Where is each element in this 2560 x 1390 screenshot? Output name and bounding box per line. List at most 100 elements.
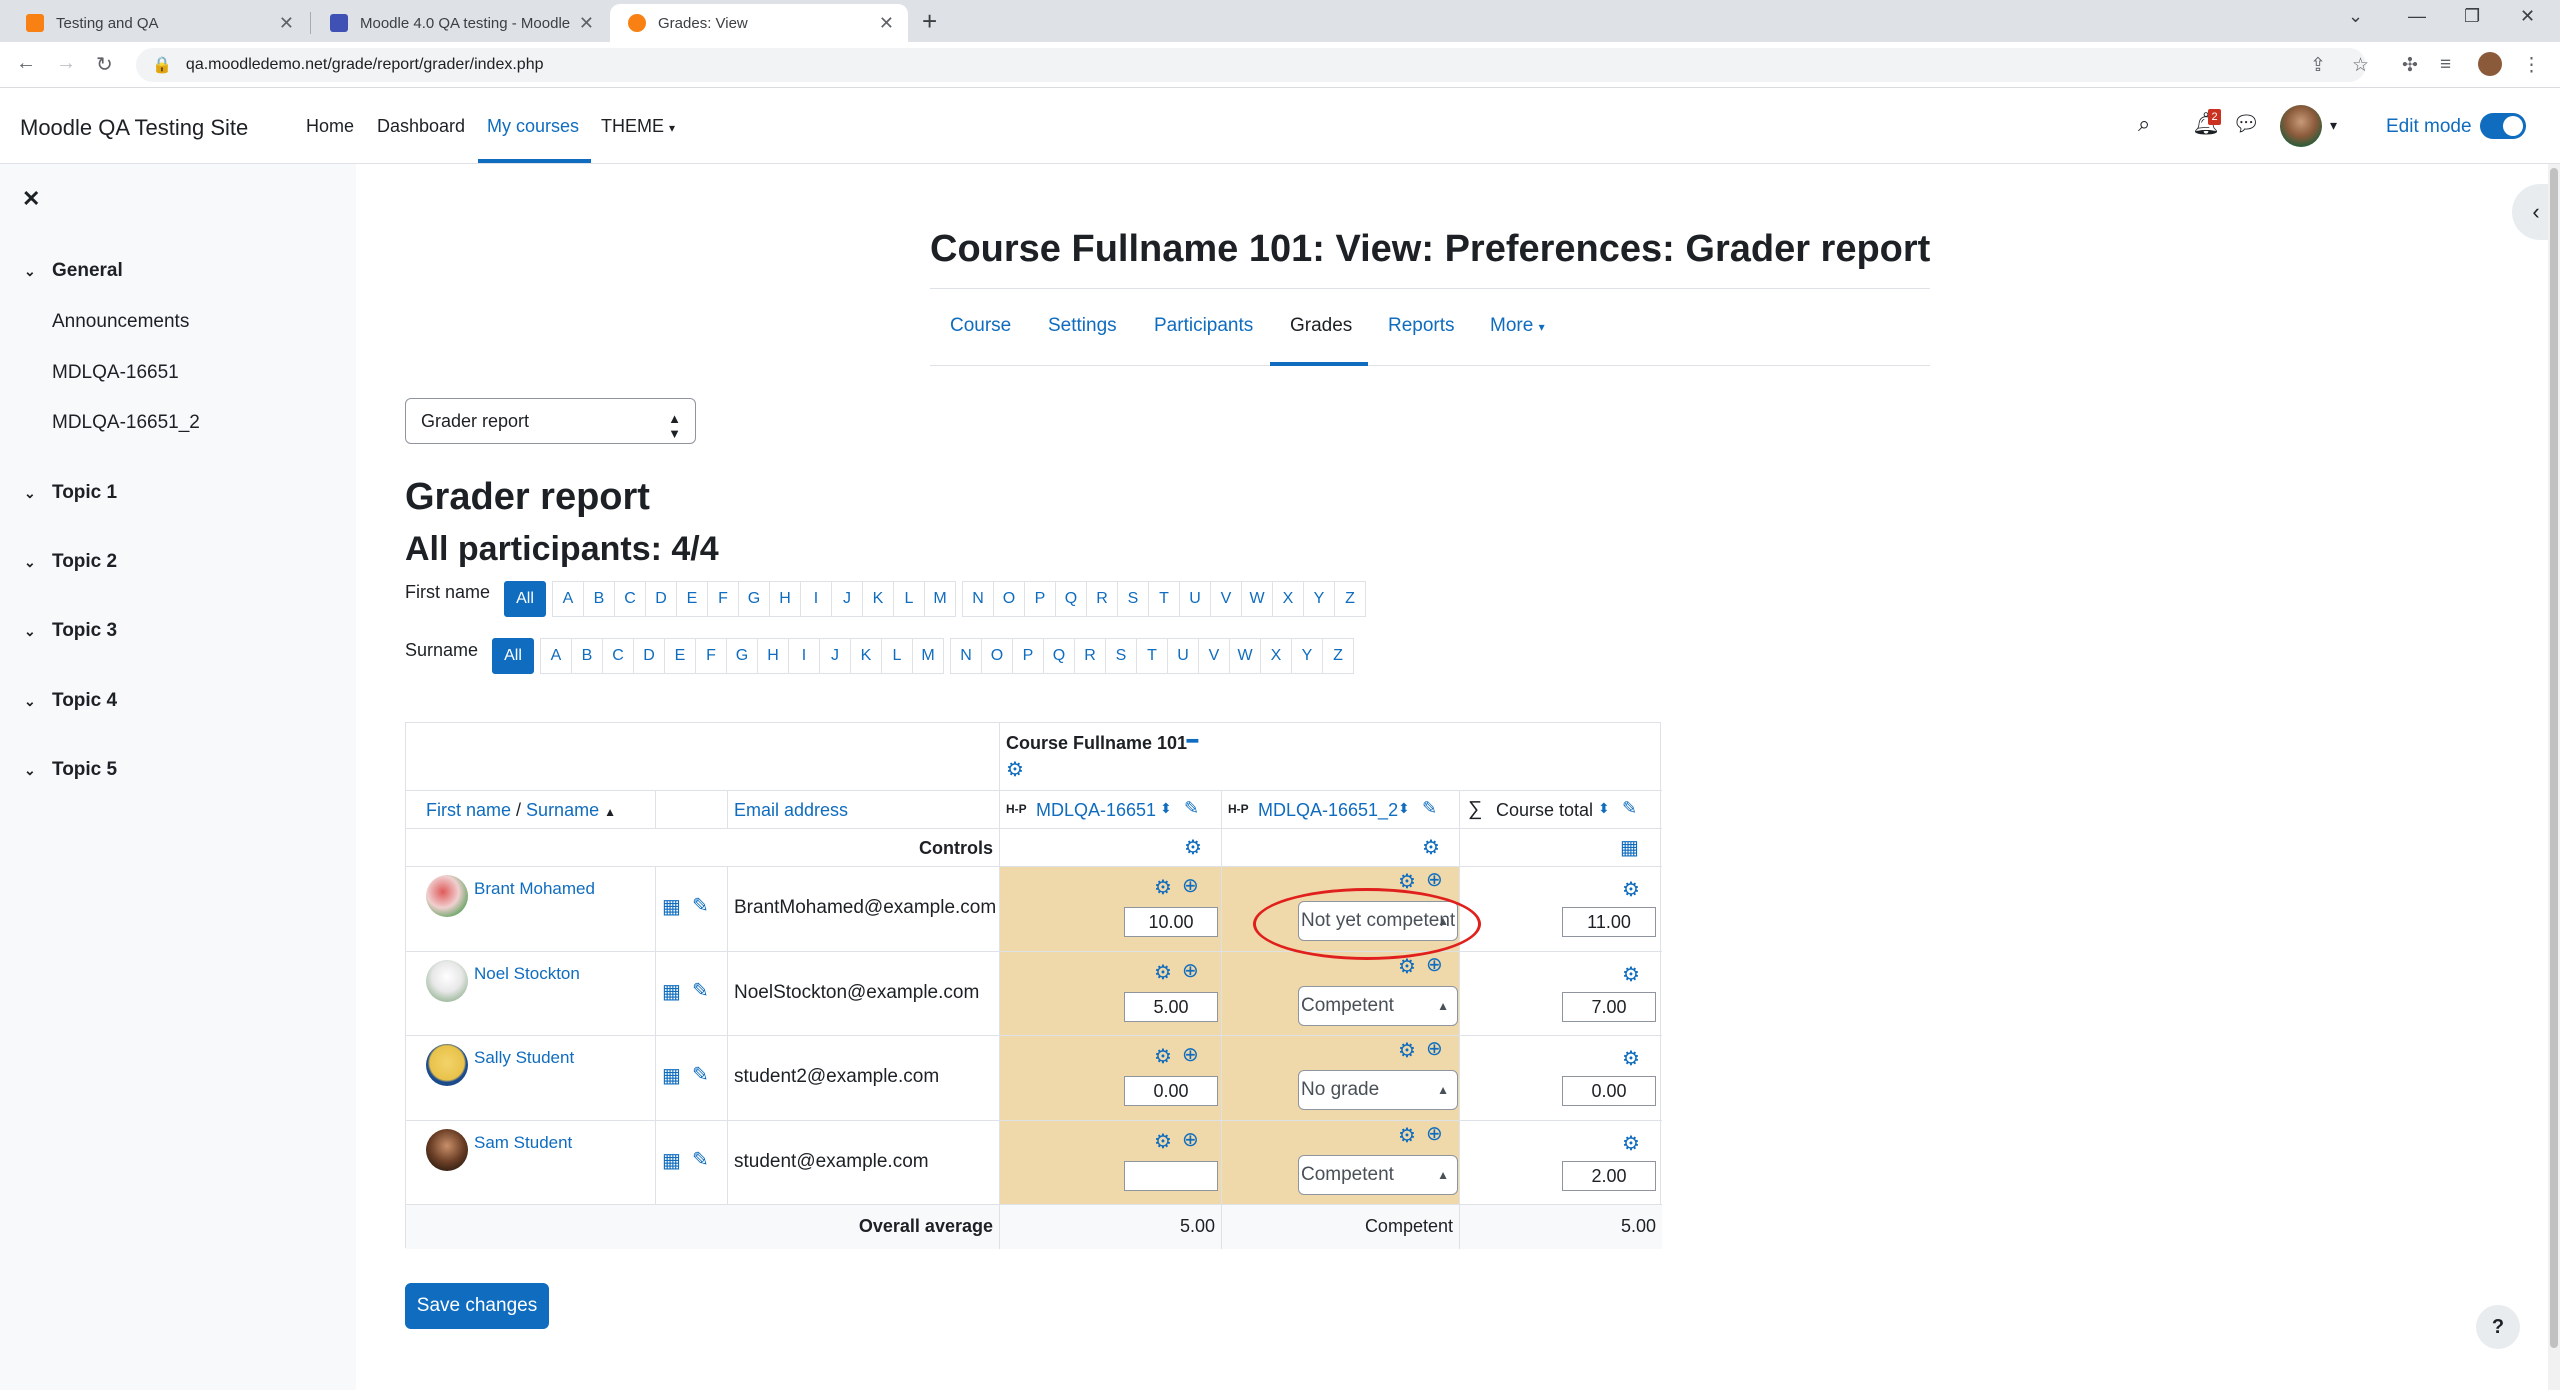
close-drawer-icon[interactable]: ✕ bbox=[22, 186, 40, 212]
gear-icon[interactable]: ⚙ bbox=[1154, 875, 1172, 900]
student-avatar[interactable] bbox=[426, 959, 468, 1002]
pencil-icon[interactable]: ✎ bbox=[1422, 798, 1437, 819]
forward-arrow-icon[interactable]: → bbox=[56, 52, 76, 75]
grade-input[interactable]: 10.00 bbox=[1124, 907, 1218, 937]
tab-settings[interactable]: Settings bbox=[1048, 315, 1117, 337]
firstname-initial-s[interactable]: S bbox=[1117, 581, 1149, 617]
zoom-icon[interactable]: ⊕ bbox=[1182, 958, 1199, 983]
total-input[interactable]: 2.00 bbox=[1562, 1160, 1656, 1191]
surname-initial-g[interactable]: G bbox=[726, 638, 758, 674]
activity-announcements[interactable]: Announcements bbox=[52, 311, 189, 333]
sort-email-link[interactable]: Email address bbox=[734, 800, 848, 821]
browser-tab-active[interactable]: Grades: View ✕ bbox=[610, 4, 908, 42]
surname-initial-m[interactable]: M bbox=[912, 638, 944, 674]
gear-icon[interactable]: ⚙ bbox=[1154, 960, 1172, 985]
zoom-icon[interactable]: ⊕ bbox=[1182, 1127, 1199, 1152]
nav-theme[interactable]: THEME ▾ bbox=[601, 116, 675, 137]
address-bar[interactable]: 🔒 qa.moodledemo.net/grade/report/grader/… bbox=[136, 48, 2366, 82]
surname-initial-s[interactable]: S bbox=[1105, 638, 1137, 674]
firstname-initial-l[interactable]: L bbox=[893, 581, 925, 617]
sort-surname-link[interactable]: Surname bbox=[526, 800, 599, 820]
firstname-initial-q[interactable]: Q bbox=[1055, 581, 1087, 617]
tab-reports[interactable]: Reports bbox=[1388, 315, 1455, 337]
surname-initial-d[interactable]: D bbox=[633, 638, 665, 674]
firstname-initial-n[interactable]: N bbox=[962, 581, 994, 617]
grade-input[interactable]: 5.00 bbox=[1124, 991, 1218, 1022]
section-topic-2[interactable]: ⌄ Topic 2 bbox=[24, 551, 117, 573]
item2-link[interactable]: MDLQA-16651_2 bbox=[1258, 800, 1398, 821]
surname-initial-w[interactable]: W bbox=[1229, 638, 1261, 674]
surname-initial-l[interactable]: L bbox=[881, 638, 913, 674]
activity-mdlqa-16651[interactable]: MDLQA-16651 bbox=[52, 362, 179, 384]
extensions-puzzle-icon[interactable]: ✣ bbox=[2402, 54, 2418, 77]
firstname-initial-i[interactable]: I bbox=[800, 581, 832, 617]
gear-icon[interactable]: ⚙ bbox=[1006, 757, 1024, 782]
firstname-initial-o[interactable]: O bbox=[993, 581, 1025, 617]
help-button[interactable]: ? bbox=[2476, 1305, 2520, 1349]
firstname-initial-k[interactable]: K bbox=[862, 581, 894, 617]
single-view-table-icon[interactable]: ▦ bbox=[662, 1063, 681, 1088]
minimize-icon[interactable]: — bbox=[2408, 6, 2426, 27]
firstname-initial-h[interactable]: H bbox=[769, 581, 801, 617]
firstname-initial-e[interactable]: E bbox=[676, 581, 708, 617]
browser-tab[interactable]: Moodle 4.0 QA testing - Moodle ✕ bbox=[312, 4, 608, 42]
reload-icon[interactable]: ↻ bbox=[96, 52, 113, 77]
edit-mode-toggle[interactable] bbox=[2480, 113, 2526, 139]
firstname-initial-f[interactable]: F bbox=[707, 581, 739, 617]
nav-my-courses[interactable]: My courses bbox=[487, 116, 579, 137]
gear-icon[interactable]: ⚙ bbox=[1622, 1131, 1640, 1156]
report-type-select[interactable]: Grader report ▲ ▼ bbox=[405, 398, 696, 444]
tab-more[interactable]: More ▾ bbox=[1490, 315, 1545, 337]
gear-icon[interactable]: ⚙ bbox=[1154, 1044, 1172, 1069]
grade-scale-select[interactable]: No grade ▲▼ bbox=[1298, 1070, 1458, 1110]
restore-icon[interactable]: ❐ bbox=[2464, 6, 2480, 27]
student-avatar[interactable] bbox=[426, 1044, 468, 1086]
back-arrow-icon[interactable]: ← bbox=[16, 52, 36, 75]
close-tab-icon[interactable]: ✕ bbox=[279, 13, 294, 34]
surname-initial-h[interactable]: H bbox=[757, 638, 789, 674]
surname-initial-r[interactable]: R bbox=[1074, 638, 1106, 674]
surname-initial-k[interactable]: K bbox=[850, 638, 882, 674]
new-tab-plus-icon[interactable]: + bbox=[922, 6, 937, 37]
total-input[interactable]: 0.00 bbox=[1562, 1076, 1656, 1106]
surname-initial-z[interactable]: Z bbox=[1322, 638, 1354, 674]
zoom-icon[interactable]: ⊕ bbox=[1426, 1121, 1443, 1146]
firstname-initial-t[interactable]: T bbox=[1148, 581, 1180, 617]
item1-link[interactable]: MDLQA-16651 bbox=[1036, 800, 1156, 821]
firstname-initial-m[interactable]: M bbox=[924, 581, 956, 617]
tab-grades[interactable]: Grades bbox=[1290, 315, 1352, 337]
surname-initial-e[interactable]: E bbox=[664, 638, 696, 674]
pencil-icon[interactable]: ✎ bbox=[692, 978, 709, 1003]
gear-icon[interactable]: ⚙ bbox=[1622, 877, 1640, 902]
profile-avatar-icon[interactable] bbox=[2478, 52, 2502, 76]
nav-home[interactable]: Home bbox=[306, 116, 354, 137]
tab-search-chevron-icon[interactable]: ⌄ bbox=[2348, 6, 2363, 27]
section-topic-1[interactable]: ⌄ Topic 1 bbox=[24, 482, 117, 504]
tab-participants[interactable]: Participants bbox=[1154, 315, 1253, 337]
gear-icon[interactable]: ⚙ bbox=[1184, 835, 1202, 860]
student-name-link[interactable]: Sally Student bbox=[474, 1048, 574, 1068]
firstname-initial-r[interactable]: R bbox=[1086, 581, 1118, 617]
student-name-link[interactable]: Sam Student bbox=[474, 1133, 572, 1153]
user-menu-chevron-icon[interactable]: ▾ bbox=[2330, 117, 2337, 134]
zoom-icon[interactable]: ⊕ bbox=[1426, 867, 1443, 892]
user-avatar[interactable] bbox=[2280, 105, 2322, 147]
search-icon[interactable]: ⌕ bbox=[2138, 111, 2150, 137]
firstname-initial-v[interactable]: V bbox=[1210, 581, 1242, 617]
firstname-initial-p[interactable]: P bbox=[1024, 581, 1056, 617]
single-view-table-icon[interactable]: ▦ bbox=[662, 1148, 681, 1173]
close-tab-icon[interactable]: ✕ bbox=[579, 13, 594, 34]
grade-input[interactable]: 0.00 bbox=[1124, 1076, 1218, 1106]
surname-initial-c[interactable]: C bbox=[602, 638, 634, 674]
firstname-initial-c[interactable]: C bbox=[614, 581, 646, 617]
surname-initial-y[interactable]: Y bbox=[1291, 638, 1323, 674]
firstname-initial-x[interactable]: X bbox=[1272, 581, 1304, 617]
browser-menu-icon[interactable]: ⋮ bbox=[2522, 54, 2541, 77]
gear-icon[interactable]: ⚙ bbox=[1398, 1038, 1416, 1063]
surname-initial-x[interactable]: X bbox=[1260, 638, 1292, 674]
firstname-initial-g[interactable]: G bbox=[738, 581, 770, 617]
media-queue-icon[interactable]: ≡ bbox=[2440, 54, 2451, 76]
pencil-icon[interactable]: ✎ bbox=[692, 1147, 709, 1172]
single-view-table-icon[interactable]: ▦ bbox=[662, 894, 681, 919]
surname-initial-n[interactable]: N bbox=[950, 638, 982, 674]
